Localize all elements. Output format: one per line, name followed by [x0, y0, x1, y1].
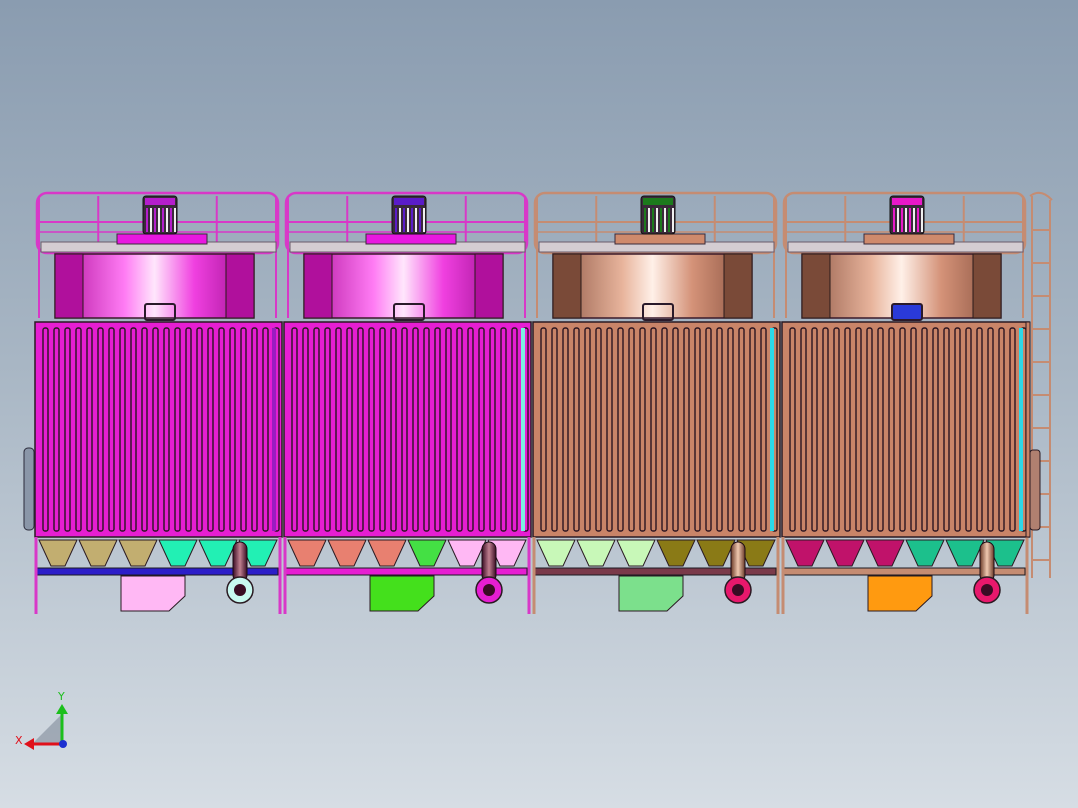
accent-strip — [770, 328, 774, 531]
motor-cap — [394, 198, 424, 205]
basin-cone — [78, 539, 118, 567]
x-axis-label: X — [15, 734, 23, 747]
cell-1[interactable] — [34, 191, 283, 614]
basin-cone — [616, 539, 656, 567]
motor-cap — [643, 198, 673, 205]
coordinate-triad: Y X — [15, 690, 68, 750]
collection-panel — [369, 575, 435, 612]
basin-cone — [287, 539, 327, 567]
basin-cone — [536, 539, 576, 567]
fan-shroud — [303, 253, 504, 319]
shroud-side-left — [552, 253, 582, 319]
collection-panel — [867, 575, 933, 612]
collection-panel — [120, 575, 186, 612]
motor-cap — [892, 198, 922, 205]
cad-viewport[interactable]: Y X — [0, 0, 1078, 808]
side-box-right — [1029, 449, 1041, 531]
motor-base — [116, 233, 208, 245]
basin-cone — [198, 539, 238, 567]
basin-cone — [327, 539, 367, 567]
outlet-bore — [732, 584, 744, 596]
basin-cone — [367, 539, 407, 567]
basin-cone — [905, 539, 945, 567]
basin-cone — [407, 539, 447, 567]
basin-cone — [656, 539, 696, 567]
outlet-pipe — [481, 541, 497, 583]
motor-cap — [145, 198, 175, 205]
basin-cone — [785, 539, 825, 567]
outlet-bore — [483, 584, 495, 596]
outlet-bore — [981, 584, 993, 596]
cell-3[interactable] — [532, 191, 781, 614]
basin-cone — [825, 539, 865, 567]
motor-base — [863, 233, 955, 245]
shroud-side-left — [54, 253, 84, 319]
cooling-tower-assembly[interactable] — [23, 191, 1053, 614]
x-axis-arrowhead — [24, 738, 34, 750]
y-axis-label: Y — [57, 690, 65, 703]
outlet-pipe — [979, 541, 995, 583]
side-box-left — [23, 447, 35, 531]
y-axis-arrowhead — [56, 704, 68, 714]
shroud-side-right — [474, 253, 504, 319]
cell-4[interactable] — [781, 191, 1030, 614]
z-axis-dot — [59, 740, 67, 748]
outlet-pipe — [730, 541, 746, 583]
basin-cone — [118, 539, 158, 567]
shroud-side-right — [972, 253, 1002, 319]
basin-cone — [576, 539, 616, 567]
accent-strip — [521, 328, 525, 531]
basin-cone — [447, 539, 487, 567]
basin-cone — [158, 539, 198, 567]
motor-base — [365, 233, 457, 245]
access-hatch — [891, 303, 923, 321]
fan-shroud — [552, 253, 753, 319]
basin-cone — [945, 539, 985, 567]
triad-plane-shading — [32, 714, 62, 744]
cell-2[interactable] — [283, 191, 532, 614]
outlet-pipe — [232, 541, 248, 583]
fan-shroud — [54, 253, 255, 319]
accent-strip — [1019, 328, 1023, 531]
basin-cone — [38, 539, 78, 567]
ladder-hoop — [1029, 191, 1053, 201]
accent-strip — [272, 328, 276, 531]
shroud-side-left — [303, 253, 333, 319]
outlet-bore — [234, 584, 246, 596]
motor-base — [614, 233, 706, 245]
collection-panel — [618, 575, 684, 612]
shroud-side-right — [225, 253, 255, 319]
shroud-side-left — [801, 253, 831, 319]
end-cap — [1025, 321, 1031, 538]
basin-cone — [865, 539, 905, 567]
shroud-side-right — [723, 253, 753, 319]
basin-cone — [696, 539, 736, 567]
